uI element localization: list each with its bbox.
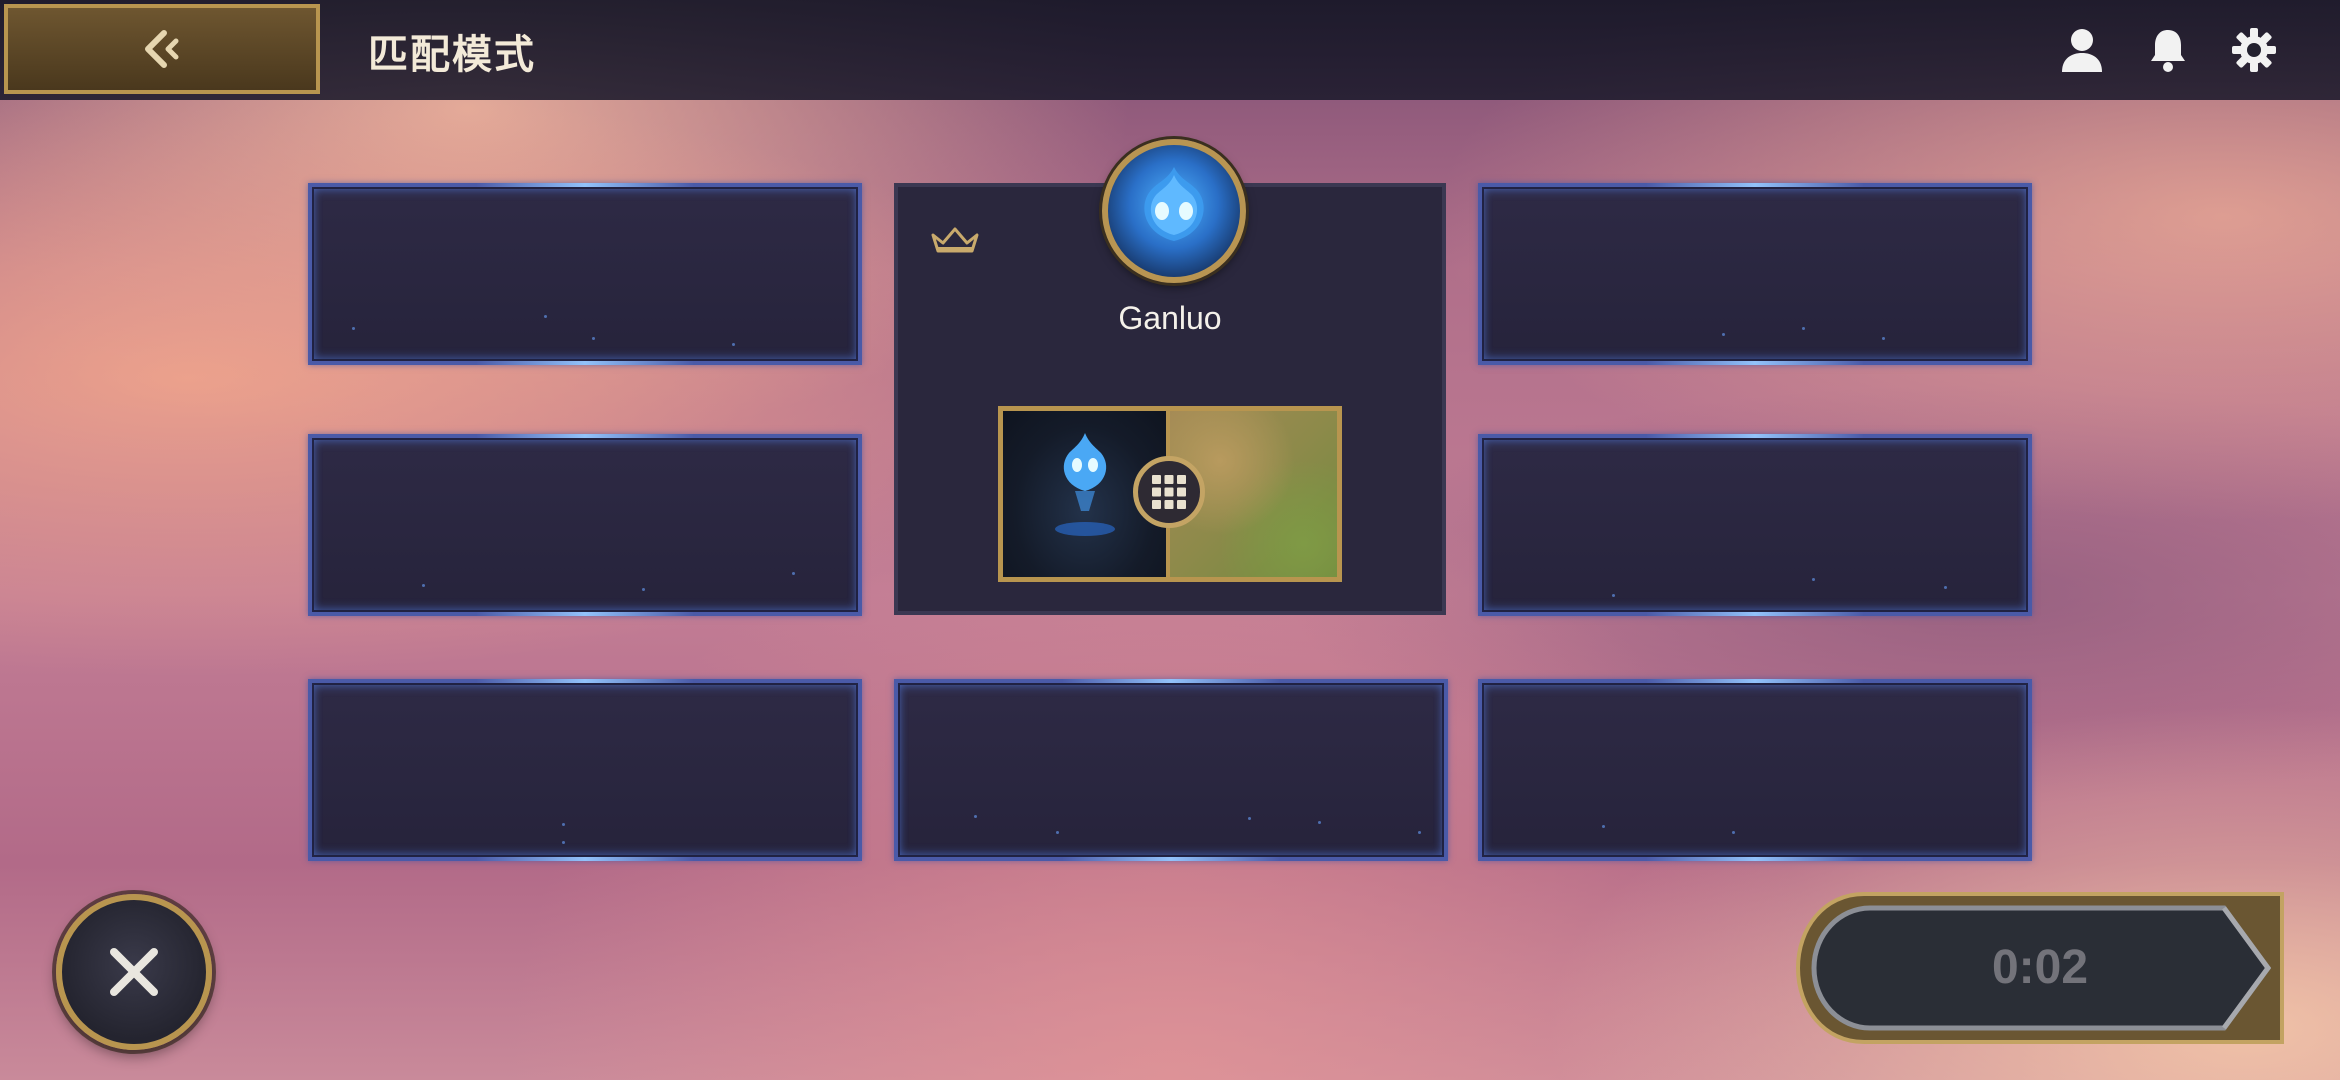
profile-button[interactable] (2054, 22, 2110, 78)
matchmaking-timer: 0:02 (1991, 941, 2089, 994)
page-title: 匹配模式 (368, 32, 536, 78)
crown-icon (930, 225, 980, 259)
blue-spirit-avatar-icon (1144, 167, 1204, 241)
empty-player-slot (308, 679, 862, 861)
empty-player-slot (308, 434, 862, 616)
settings-button[interactable] (2226, 22, 2282, 78)
player-name: Ganluo (1118, 300, 1222, 336)
empty-player-slot (894, 679, 1448, 861)
gear-icon (2232, 28, 2276, 72)
back-arrow-icon (145, 30, 179, 68)
notifications-button[interactable] (2140, 22, 2196, 78)
profile-icon (2062, 29, 2102, 72)
empty-player-slot (1478, 434, 2032, 616)
grid-icon (1152, 475, 1186, 509)
empty-player-slot (1478, 679, 2032, 861)
loadout-grid-button[interactable] (1133, 456, 1205, 528)
cancel-matchmaking-button[interactable] (56, 894, 212, 1050)
close-icon (110, 948, 158, 996)
empty-player-slot (308, 183, 862, 365)
back-button[interactable] (4, 4, 320, 94)
empty-player-slot (1478, 183, 2032, 365)
bell-icon (2151, 30, 2185, 72)
top-bar: 匹配模式 (0, 0, 2340, 100)
avatar[interactable] (1102, 139, 1246, 283)
